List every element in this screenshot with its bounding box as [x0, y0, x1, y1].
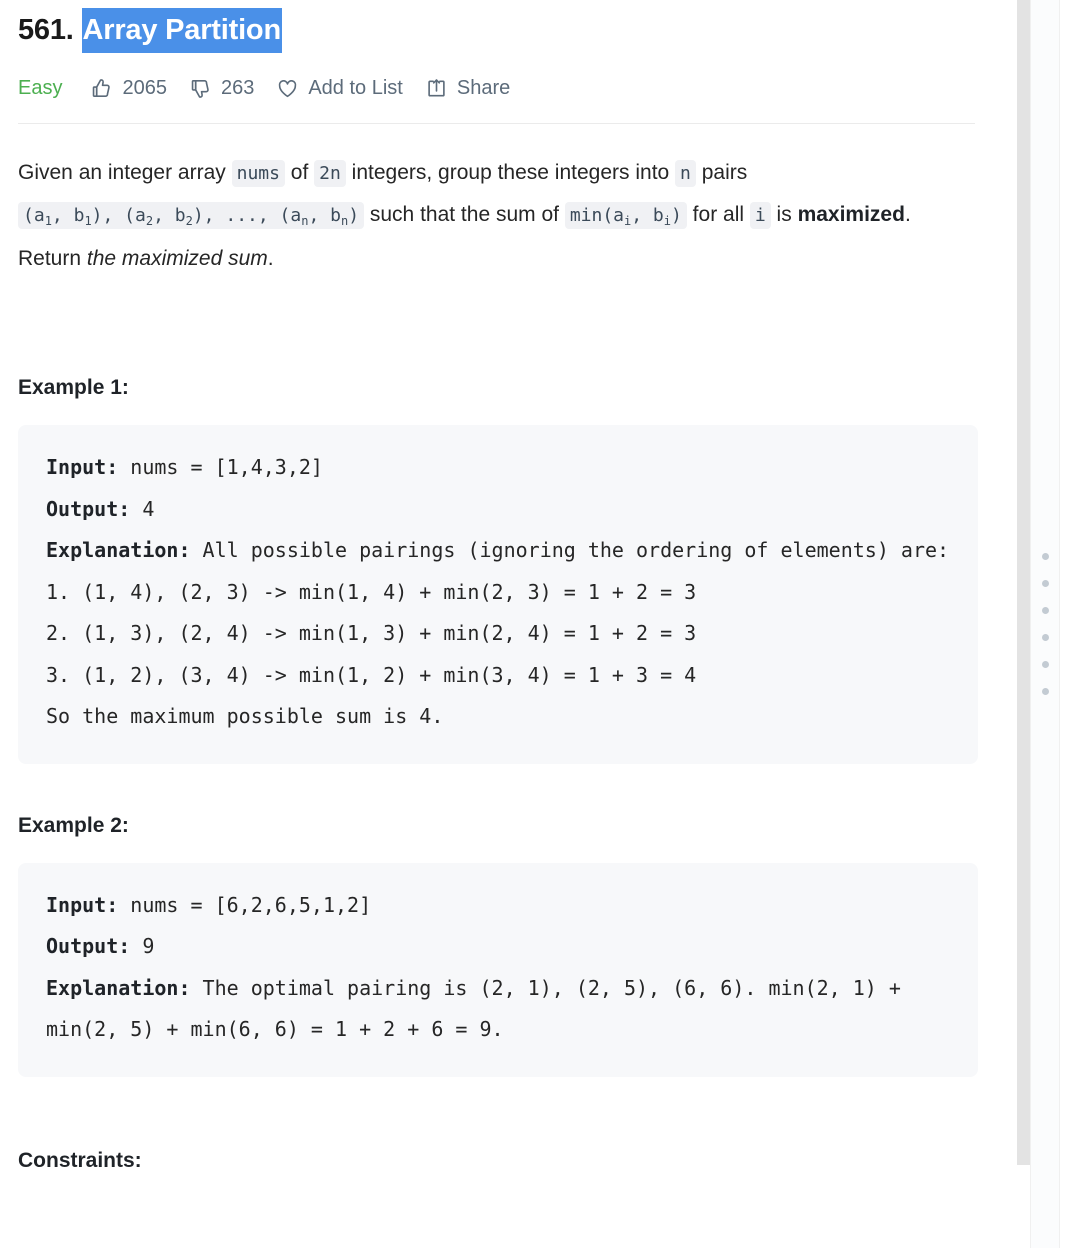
- example-1-heading: Example 1:: [18, 376, 129, 399]
- right-gutter: [1060, 0, 1078, 1248]
- desc-text-7: is: [770, 203, 798, 226]
- title-spacer: [74, 10, 82, 50]
- header-divider: [18, 123, 975, 124]
- desc-bold-maximized: maximized: [797, 203, 905, 226]
- resize-dot-icon: [1041, 634, 1049, 641]
- desc-text-5: such that the sum of: [364, 203, 565, 226]
- desc-text-3: integers, group these integers into: [345, 161, 676, 184]
- inline-code-nums: nums: [231, 160, 285, 187]
- scrollable-content[interactable]: 561. Array Partition Easy 2065 263 Add t…: [0, 0, 1017, 1248]
- dislike-count: 263: [220, 77, 255, 99]
- like-button[interactable]: 2065: [90, 75, 167, 101]
- resize-dot-icon: [1041, 661, 1049, 668]
- example-1-output-label: Output:: [46, 496, 131, 521]
- pane-resize-handle[interactable]: [1030, 0, 1060, 1248]
- example-1-input-value: nums = [1,4,3,2]: [118, 455, 323, 479]
- desc-text-4: pairs: [695, 161, 748, 184]
- problem-meta-row: Easy 2065 263 Add to List Share: [18, 75, 979, 101]
- resize-dot-icon: [1041, 688, 1049, 695]
- heart-icon: [276, 77, 299, 100]
- problem-title-selected[interactable]: Array Partition: [81, 8, 282, 53]
- example-2-output-value: 9: [130, 934, 155, 958]
- page-title: 561. Array Partition: [18, 0, 979, 53]
- desc-text-2: of: [284, 161, 315, 184]
- add-to-list-button[interactable]: Add to List: [276, 75, 403, 101]
- like-count: 2065: [122, 77, 167, 99]
- add-to-list-label: Add to List: [308, 77, 403, 99]
- example-2-heading: Example 2:: [18, 813, 129, 837]
- example-2-block: Input: nums = [6,2,6,5,1,2] Output: 9 Ex…: [18, 862, 978, 1077]
- dislike-button[interactable]: 263: [189, 75, 254, 101]
- inline-code-min: min(ai, bi): [564, 202, 687, 229]
- example-1-block: Input: nums = [1,4,3,2] Output: 4 Explan…: [18, 425, 978, 764]
- desc-text-1: Given an integer array: [18, 161, 232, 184]
- share-button[interactable]: Share: [425, 75, 510, 101]
- constraints-heading: Constraints:: [18, 1148, 142, 1172]
- inline-code-i: i: [749, 202, 771, 229]
- desc-italic-tail: the maximized sum: [86, 247, 268, 270]
- example-1-output-value: 4: [130, 496, 155, 521]
- share-icon: [425, 77, 448, 100]
- share-label: Share: [456, 77, 511, 99]
- thumbs-up-icon: [90, 77, 113, 100]
- example-2-explanation-label: Explanation:: [46, 975, 191, 1000]
- example-2-input-value: nums = [6,2,6,5,1,2]: [118, 892, 372, 917]
- problem-description: Given an integer array nums of 2n intege…: [18, 152, 978, 279]
- inline-code-pairs: (a1, b1), (a2, b2), ..., (an, bn): [18, 202, 365, 229]
- inline-code-n: n: [675, 160, 696, 187]
- resize-dot-icon: [1041, 607, 1049, 614]
- desc-text-9: .: [267, 247, 274, 270]
- example-1-explanation-label: Explanation:: [46, 538, 191, 562]
- example-1-explanation-value: All possible pairings (ignoring the orde…: [46, 538, 950, 728]
- thumbs-down-icon: [189, 77, 212, 100]
- example-2-input-label: Input:: [46, 892, 119, 917]
- resize-dot-icon: [1041, 553, 1049, 560]
- desc-text-6: for all: [686, 203, 750, 226]
- problem-number: 561.: [18, 14, 74, 46]
- difficulty-badge[interactable]: Easy: [18, 75, 62, 101]
- problem-description-panel: 561. Array Partition Easy 2065 263 Add t…: [0, 0, 1078, 1248]
- vertical-scrollbar-thumb[interactable]: [1017, 0, 1030, 1165]
- example-2-output-label: Output:: [46, 934, 131, 958]
- example-1-input-label: Input:: [46, 455, 119, 479]
- resize-dot-icon: [1041, 580, 1049, 587]
- inline-code-2n: 2n: [314, 160, 346, 187]
